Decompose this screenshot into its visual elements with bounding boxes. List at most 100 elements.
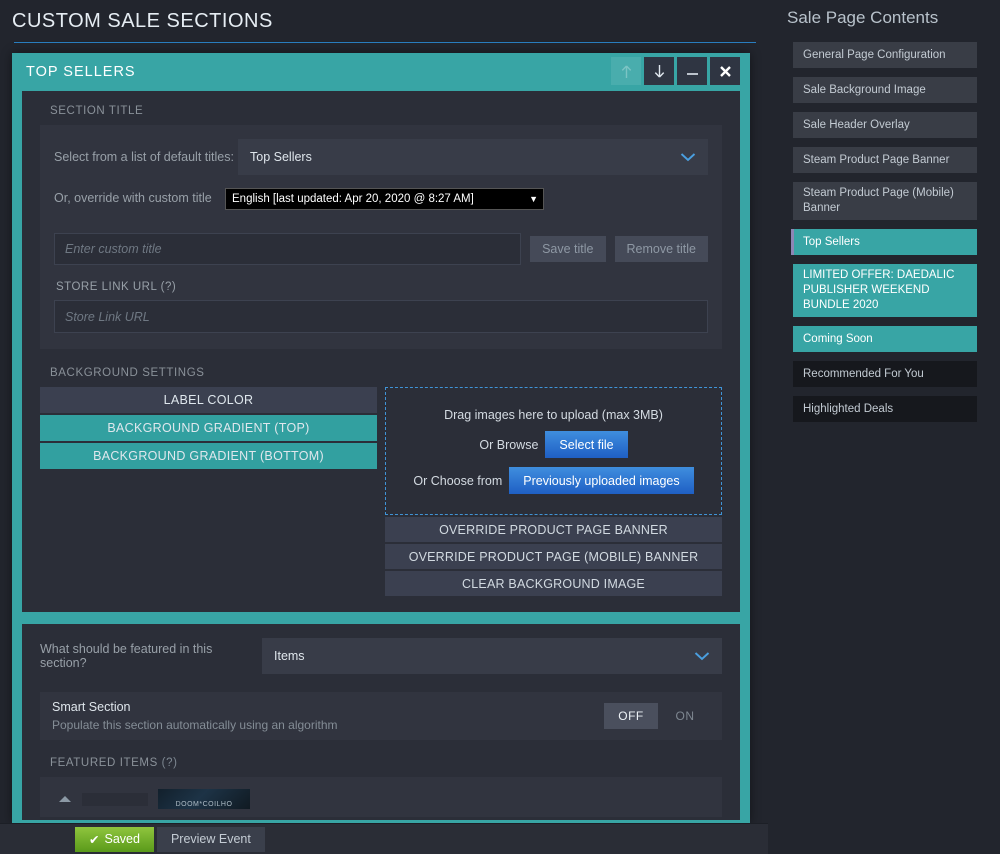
sidebar-item-label: Steam Product Page (Mobile) Banner [803,187,954,214]
sidebar-item-label: LIMITED OFFER: DAEDALIC PUBLISHER WEEKEN… [803,269,955,311]
section-title-label: SECTION TITLE [50,105,144,117]
sidebar-item-6[interactable]: LIMITED OFFER: DAEDALIC PUBLISHER WEEKEN… [793,264,977,317]
sidebar-item-3[interactable]: Steam Product Page Banner [793,147,977,173]
sidebar-item-label: General Page Configuration [803,48,946,61]
panel-window-controls [611,57,740,85]
toggle-on-option[interactable]: ON [658,703,712,729]
language-value: English [last updated: Apr 20, 2020 @ 8:… [232,193,474,205]
clear-background-image-button[interactable]: CLEAR BACKGROUND IMAGE [385,571,722,596]
section-title-card: SECTION TITLE Select from a list of defa… [22,91,740,612]
featured-items-list: DOOM*COILHO [40,777,722,817]
sidebar-item-2[interactable]: Sale Header Overlay [793,112,977,138]
language-select[interactable]: English [last updated: Apr 20, 2020 @ 8:… [225,188,544,210]
store-link-label-text: STORE LINK URL [56,281,157,293]
sidebar-item-0[interactable]: General Page Configuration [793,42,977,68]
featured-type-value: Items [274,649,305,663]
collapse-caret-icon[interactable] [58,794,72,804]
move-section-up-button[interactable] [611,57,641,85]
override-product-page-mobile-banner-button[interactable]: OVERRIDE PRODUCT PAGE (MOBILE) BANNER [385,544,722,569]
featured-items-label: FEATURED ITEMS (?) [22,757,740,777]
arrow-up-icon [621,65,631,78]
browse-label: Or Browse [479,437,539,452]
close-icon [719,65,731,77]
main-content: CUSTOM SALE SECTIONS TOP SELLERS SECTION… [0,0,768,854]
label-color-button[interactable]: LABEL COLOR [40,387,377,413]
minimize-section-button[interactable] [677,57,707,85]
page-title: CUSTOM SALE SECTIONS [12,10,273,32]
panel-title: TOP SELLERS [26,64,136,80]
featured-items-label-text: FEATURED ITEMS [50,757,158,769]
previously-uploaded-images-button[interactable]: Previously uploaded images [509,467,694,494]
sidebar-item-label: Sale Background Image [803,83,926,96]
choose-row: Or Choose from Previously uploaded image… [413,467,694,494]
app-root: CUSTOM SALE SECTIONS TOP SELLERS SECTION… [0,0,1000,854]
featured-type-select[interactable]: Items [262,638,722,674]
check-icon: ✔ [89,832,100,847]
sidebar-item-label: Steam Product Page Banner [803,153,950,166]
sale-page-contents-sidebar: Sale Page Contents General Page Configur… [768,0,1000,854]
override-product-page-banner-button[interactable]: OVERRIDE PRODUCT PAGE BANNER [385,517,722,542]
default-title-row: Select from a list of default titles: To… [54,139,708,175]
default-title-value: Top Sellers [250,150,312,164]
section-title-box: Select from a list of default titles: To… [40,125,722,349]
image-dropzone[interactable]: Drag images here to upload (max 3MB) Or … [385,387,722,515]
saved-button-label: Saved [104,832,140,846]
custom-title-input[interactable] [54,233,522,265]
sidebar-item-5[interactable]: Top Sellers [791,229,977,255]
background-settings-area: LABEL COLOR BACKGROUND GRADIENT (TOP) BA… [40,387,722,596]
minimize-icon [686,73,698,75]
saved-button[interactable]: ✔ Saved [75,826,154,852]
sidebar-item-label: Highlighted Deals [803,402,894,415]
preview-event-button[interactable]: Preview Event [156,826,265,852]
default-title-select[interactable]: Top Sellers [238,139,708,175]
move-section-down-button[interactable] [644,57,674,85]
sidebar-item-label: Recommended For You [803,367,924,380]
background-gradient-bottom-button[interactable]: BACKGROUND GRADIENT (BOTTOM) [40,443,377,469]
list-item[interactable]: DOOM*COILHO [40,777,722,809]
top-sellers-panel: TOP SELLERS SECTION TITLE Select from a … [12,53,750,823]
toggle-off-option[interactable]: OFF [604,703,658,729]
sidebar-item-8[interactable]: Recommended For You [793,361,977,387]
sidebar-item-label: Sale Header Overlay [803,118,910,131]
browse-row: Or Browse Select file [479,431,628,458]
smart-section-toggle[interactable]: OFF ON [604,703,712,729]
background-color-buttons: LABEL COLOR BACKGROUND GRADIENT (TOP) BA… [40,387,377,596]
remove-title-button[interactable]: Remove title [614,236,708,262]
override-title-label: Or, override with custom title [54,191,212,205]
featured-items-help-icon[interactable]: (?) [162,757,178,769]
sidebar-item-label: Coming Soon [803,332,873,345]
sidebar-item-4[interactable]: Steam Product Page (Mobile) Banner [793,182,977,220]
chevron-down-icon [680,153,696,162]
select-file-button[interactable]: Select file [545,431,628,458]
featured-question-label: What should be featured in this section? [40,642,213,670]
override-title-row: Or, override with custom title English [… [54,188,708,215]
sidebar-item-label: Top Sellers [803,235,860,248]
caret-down-icon: ▼ [529,194,538,204]
featured-items-card: What should be featured in this section?… [22,624,740,820]
featured-question-row: What should be featured in this section?… [22,638,740,674]
sidebar-item-7[interactable]: Coming Soon [793,326,977,352]
smart-section-title: Smart Section [52,700,131,714]
store-link-input[interactable] [54,300,708,333]
sidebar-title: Sale Page Contents [787,8,939,27]
title-divider [14,42,756,43]
arrow-down-icon [654,64,664,77]
sidebar-item-9[interactable]: Highlighted Deals [793,396,977,422]
smart-section-row: Smart Section Populate this section auto… [40,692,722,740]
close-section-button[interactable] [710,57,740,85]
bottom-action-bar: ✔ Saved Preview Event [0,823,768,854]
background-settings-label: BACKGROUND SETTINGS [50,367,205,379]
save-title-button[interactable]: Save title [530,236,606,262]
smart-section-text: Smart Section Populate this section auto… [52,700,338,732]
background-gradient-top-button[interactable]: BACKGROUND GRADIENT (TOP) [40,415,377,441]
item-thumbnail-text: DOOM*COILHO [175,801,233,808]
choose-label: Or Choose from [413,473,503,488]
chevron-down-icon [694,652,710,661]
store-link-help-icon[interactable]: (?) [161,281,177,293]
image-upload-area: Drag images here to upload (max 3MB) Or … [385,387,722,596]
sidebar-list: General Page Configuration Sale Backgroun… [768,28,1000,422]
smart-section-subtitle: Populate this section automatically usin… [52,718,338,732]
sidebar-item-1[interactable]: Sale Background Image [793,77,977,103]
item-thumbnail: DOOM*COILHO [158,789,250,809]
store-link-label: STORE LINK URL (?) [56,281,708,293]
